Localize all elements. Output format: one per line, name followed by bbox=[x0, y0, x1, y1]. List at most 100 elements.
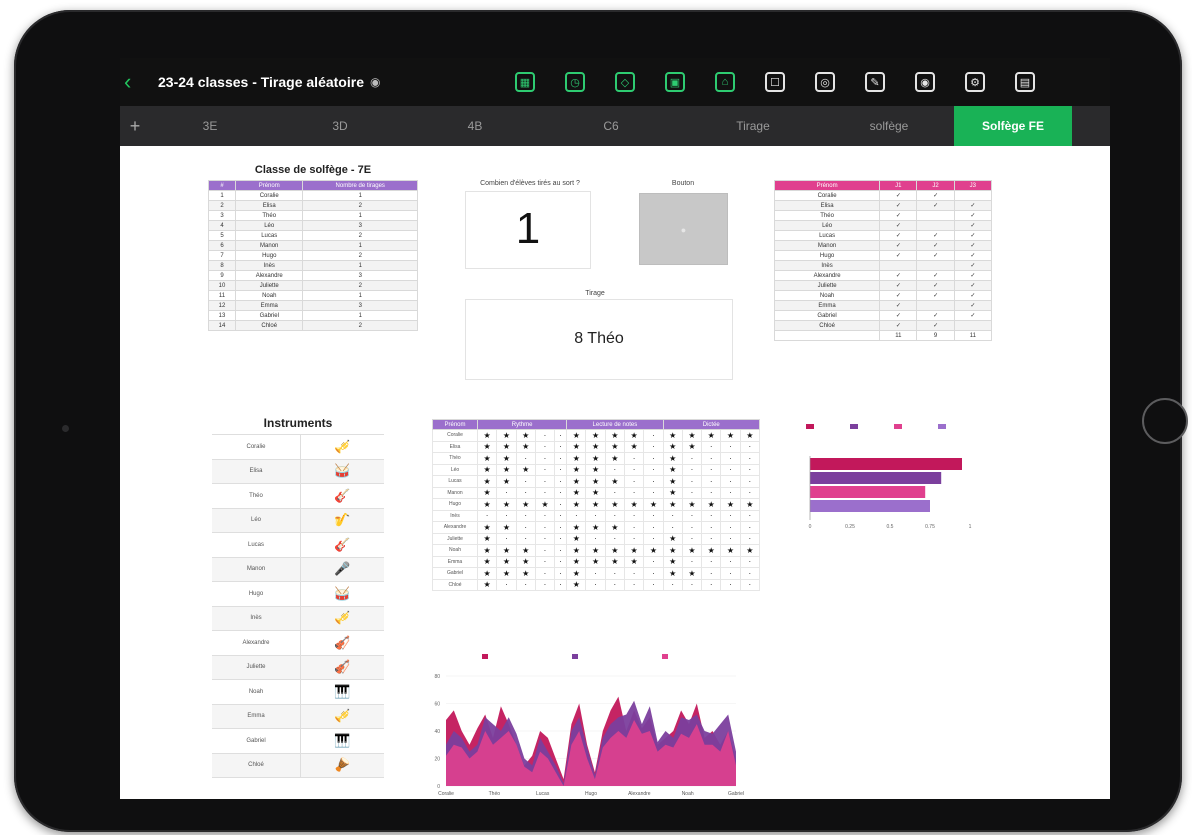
classe-cell[interactable]: 2 bbox=[302, 200, 418, 211]
star-filled-icon[interactable]: ★ bbox=[496, 440, 517, 453]
instrument-row[interactable]: Hugo 🥁 bbox=[212, 582, 384, 607]
star-filled-icon[interactable]: ★ bbox=[476, 452, 498, 465]
star-empty-icon[interactable]: · bbox=[739, 486, 761, 499]
count-box[interactable]: 1 bbox=[465, 191, 591, 269]
instruments-rows[interactable]: Coralie 🎺 Elisa 🥁 Théo 🎸 Léo 🎷 Lucas 🎸 Manon 🎤 Hugo 🥁… bbox=[212, 434, 384, 778]
star-empty-icon[interactable]: · bbox=[681, 532, 703, 545]
star-empty-icon[interactable]: · bbox=[739, 578, 761, 591]
presence-name[interactable]: Emma bbox=[773, 300, 881, 311]
star-filled-icon[interactable]: ★ bbox=[496, 452, 517, 465]
checkmark-cell[interactable]: ✓ bbox=[879, 280, 918, 291]
presence-name[interactable]: Léo bbox=[773, 220, 881, 231]
star-empty-icon[interactable]: · bbox=[534, 532, 556, 545]
star-empty-icon[interactable]: · bbox=[623, 509, 645, 522]
star-empty-icon[interactable]: · bbox=[623, 578, 645, 591]
presence-name[interactable]: Chloé bbox=[773, 320, 881, 331]
classe-cell[interactable]: 9 bbox=[208, 270, 236, 281]
stars-row[interactable]: Inès · · · · · · · · · · · · · · · bbox=[432, 509, 761, 522]
star-empty-icon[interactable]: · bbox=[623, 521, 645, 534]
classe-cell[interactable]: Coralie bbox=[234, 190, 304, 201]
stars-row[interactable]: Noah ★ ★ ★ · · ★ ★ ★ ★ ★ ★ ★ ★ ★ ★ bbox=[432, 544, 761, 557]
star-filled-icon[interactable]: ★ bbox=[476, 429, 498, 442]
star-empty-icon[interactable]: · bbox=[585, 578, 606, 591]
instrument-row[interactable]: Théo 🎸 bbox=[212, 484, 384, 509]
star-filled-icon[interactable]: ★ bbox=[662, 544, 683, 557]
classe-grid[interactable]: # Prénom Nombre de tirages 1 Coralie 1 2 Elisa… bbox=[208, 180, 418, 331]
checkmark-cell[interactable]: ✓ bbox=[953, 240, 993, 251]
classe-cell[interactable]: 7 bbox=[208, 250, 236, 261]
classe-row[interactable]: 13 Gabriel 1 bbox=[208, 310, 418, 321]
star-empty-icon[interactable]: · bbox=[554, 498, 568, 511]
star-empty-icon[interactable]: · bbox=[623, 452, 645, 465]
stars-row[interactable]: Théo ★ ★ · · · ★ ★ ★ · · ★ · · · · bbox=[432, 452, 761, 465]
checkmark-cell[interactable]: ✓ bbox=[879, 250, 918, 261]
star-filled-icon[interactable]: ★ bbox=[739, 544, 761, 557]
presence-row[interactable]: Coralie ✓ ✓ bbox=[773, 190, 993, 201]
star-empty-icon[interactable]: · bbox=[585, 532, 606, 545]
checkmark-cell[interactable]: ✓ bbox=[879, 290, 918, 301]
star-filled-icon[interactable]: ★ bbox=[662, 486, 683, 499]
checkmark-cell[interactable]: ✓ bbox=[879, 320, 918, 331]
tab-solfège[interactable]: solfège bbox=[824, 106, 954, 146]
presence-row[interactable]: Noah ✓ ✓ ✓ bbox=[773, 290, 993, 301]
classe-cell[interactable]: Elisa bbox=[234, 200, 304, 211]
format-icon[interactable]: ◉ bbox=[915, 72, 935, 92]
presence-row[interactable]: Alexandre ✓ ✓ ✓ bbox=[773, 270, 993, 281]
stars-row[interactable]: Juliette ★ · · · · ★ · · · · ★ · · · · bbox=[432, 532, 761, 545]
star-empty-icon[interactable]: · bbox=[643, 440, 664, 453]
star-filled-icon[interactable]: ★ bbox=[662, 452, 683, 465]
star-empty-icon[interactable]: · bbox=[554, 475, 568, 488]
star-empty-icon[interactable]: · bbox=[643, 452, 664, 465]
star-empty-icon[interactable]: · bbox=[643, 486, 664, 499]
star-filled-icon[interactable]: ★ bbox=[662, 463, 683, 476]
star-filled-icon[interactable]: ★ bbox=[623, 555, 645, 568]
instrument-row[interactable]: Manon 🎤 bbox=[212, 557, 384, 582]
checkmark-cell[interactable] bbox=[916, 220, 955, 231]
star-empty-icon[interactable]: · bbox=[515, 532, 536, 545]
star-empty-icon[interactable]: · bbox=[701, 521, 722, 534]
brush-icon[interactable]: ✎ bbox=[865, 72, 885, 92]
stars-row[interactable]: Léo ★ ★ ★ · · ★ ★ · · · ★ · · · · bbox=[432, 463, 761, 476]
classe-cell[interactable]: 2 bbox=[208, 200, 236, 211]
settings-icon[interactable]: ⚙ bbox=[965, 72, 985, 92]
star-filled-icon[interactable]: ★ bbox=[566, 463, 587, 476]
star-filled-icon[interactable]: ★ bbox=[681, 429, 703, 442]
shapes-icon[interactable]: ◇ bbox=[615, 72, 635, 92]
classe-cell[interactable]: Manon bbox=[234, 240, 304, 251]
classe-cell[interactable]: 1 bbox=[302, 210, 418, 221]
star-filled-icon[interactable]: ★ bbox=[515, 555, 536, 568]
classe-cell[interactable]: Lucas bbox=[234, 230, 304, 241]
star-empty-icon[interactable]: · bbox=[585, 509, 606, 522]
add-sheet-icon[interactable]: + bbox=[120, 116, 150, 137]
star-filled-icon[interactable]: ★ bbox=[604, 429, 626, 442]
star-empty-icon[interactable]: · bbox=[720, 532, 741, 545]
star-empty-icon[interactable]: · bbox=[604, 567, 626, 580]
star-filled-icon[interactable]: ★ bbox=[739, 498, 761, 511]
star-empty-icon[interactable]: · bbox=[662, 578, 683, 591]
star-filled-icon[interactable]: ★ bbox=[496, 429, 517, 442]
star-filled-icon[interactable]: ★ bbox=[566, 486, 587, 499]
star-filled-icon[interactable]: ★ bbox=[496, 498, 517, 511]
checkmark-cell[interactable]: ✓ bbox=[916, 280, 955, 291]
star-empty-icon[interactable]: · bbox=[643, 509, 664, 522]
checkmark-cell[interactable]: ✓ bbox=[879, 310, 918, 321]
star-empty-icon[interactable]: · bbox=[739, 555, 761, 568]
classe-row[interactable]: 7 Hugo 2 bbox=[208, 250, 418, 261]
star-empty-icon[interactable]: · bbox=[554, 429, 568, 442]
classe-cell[interactable]: Inès bbox=[234, 260, 304, 271]
star-filled-icon[interactable]: ★ bbox=[476, 567, 498, 580]
classe-cell[interactable]: 2 bbox=[302, 230, 418, 241]
star-empty-icon[interactable]: · bbox=[701, 486, 722, 499]
checkmark-cell[interactable]: ✓ bbox=[953, 300, 993, 311]
checkmark-cell[interactable]: ✓ bbox=[879, 270, 918, 281]
star-filled-icon[interactable]: ★ bbox=[623, 429, 645, 442]
star-empty-icon[interactable]: · bbox=[720, 521, 741, 534]
checkmark-cell[interactable]: ✓ bbox=[916, 310, 955, 321]
checkmark-cell[interactable]: ✓ bbox=[916, 270, 955, 281]
star-filled-icon[interactable]: ★ bbox=[476, 498, 498, 511]
classe-cell[interactable]: 2 bbox=[302, 320, 418, 331]
stars-row[interactable]: Emma ★ ★ ★ · · ★ ★ ★ ★ · ★ · · · · bbox=[432, 555, 761, 568]
collaborate-icon[interactable]: ◎ bbox=[815, 72, 835, 92]
star-empty-icon[interactable]: · bbox=[554, 521, 568, 534]
star-filled-icon[interactable]: ★ bbox=[566, 567, 587, 580]
